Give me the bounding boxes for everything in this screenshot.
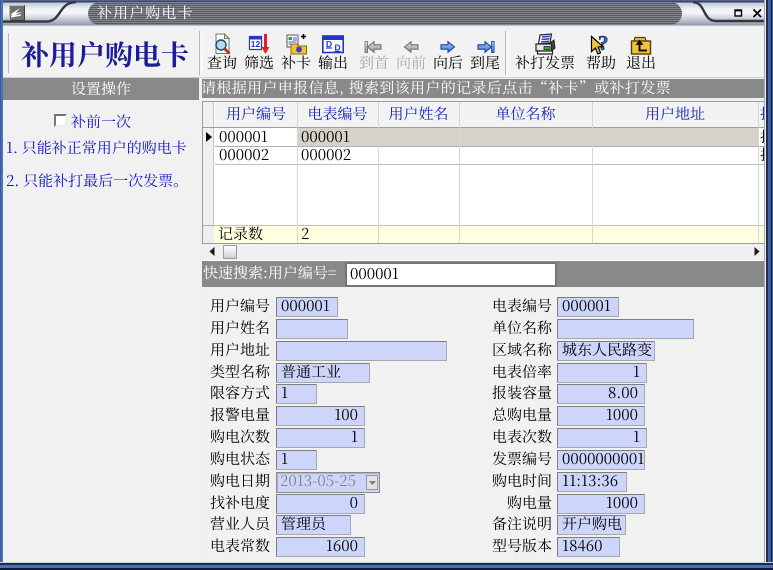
svg-text:12: 12 bbox=[251, 39, 261, 49]
